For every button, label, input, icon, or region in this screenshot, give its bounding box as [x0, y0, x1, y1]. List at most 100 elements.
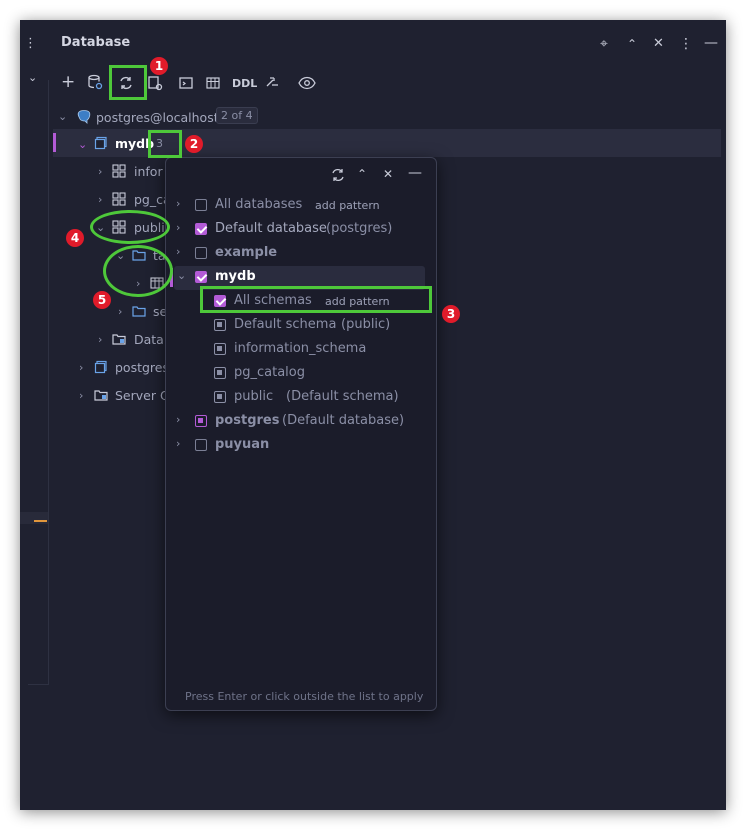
- popup-row-information-schema[interactable]: information_schema: [166, 338, 436, 362]
- chevron-right-icon[interactable]: ›: [98, 165, 102, 178]
- popup-row-puyuan[interactable]: › puyuan: [166, 434, 436, 458]
- data-source-properties-icon[interactable]: [87, 74, 103, 94]
- puyuan-checkbox[interactable]: [195, 439, 207, 451]
- gutter-divider-horizontal: [28, 684, 48, 685]
- root-datasource-label[interactable]: postgres@localhost: [96, 110, 219, 125]
- chevron-right-icon[interactable]: ›: [176, 221, 180, 234]
- all-databases-checkbox[interactable]: [195, 199, 207, 211]
- schema-icon: [112, 164, 126, 182]
- highlight-box-all-schemas: [200, 286, 432, 313]
- ddl-button[interactable]: DDL: [232, 77, 257, 90]
- gutter-marker: [20, 512, 48, 524]
- schema-selection-popup: ⌃ ✕ — › All databases add pattern › Defa…: [165, 157, 437, 711]
- chevron-right-icon[interactable]: ›: [79, 389, 83, 402]
- collapse-all-icon[interactable]: ✕: [383, 166, 393, 182]
- database-tool-window: ⋮ ⌄ Database ⌖ ⌃ ✕ ⋮ — + DDL ⌄ postgres@…: [20, 20, 726, 810]
- mydb-label: mydb: [215, 269, 256, 284]
- schema-properties-icon[interactable]: [147, 75, 163, 95]
- annotation-marker-4: 4: [66, 229, 84, 247]
- gutter-divider: [48, 80, 49, 685]
- popup-row-all-databases[interactable]: › All databases add pattern: [166, 194, 436, 218]
- collapse-all-icon[interactable]: ✕: [653, 36, 664, 52]
- pg-catalog-label: pg_catalog: [234, 365, 305, 380]
- minimize-icon[interactable]: —: [408, 165, 422, 181]
- chevron-right-icon[interactable]: ›: [176, 245, 180, 258]
- view-options-eye-icon[interactable]: [298, 75, 316, 95]
- chevron-right-icon[interactable]: ›: [118, 305, 122, 318]
- chevron-down-icon[interactable]: ⌄: [58, 110, 67, 123]
- postgres-label: postgres: [215, 413, 280, 428]
- popup-row-default-database[interactable]: › Default database (postgres): [166, 218, 436, 242]
- more-vertical-icon[interactable]: ⋮: [679, 36, 693, 52]
- highlight-ellipse-public: [90, 210, 170, 244]
- information-schema-label: information_schema: [234, 341, 367, 356]
- chevron-right-icon[interactable]: ›: [176, 413, 180, 426]
- datasource-count-badge[interactable]: 2 of 4: [216, 107, 258, 124]
- highlight-box-count: [148, 130, 182, 158]
- schema-icon: [112, 192, 126, 210]
- public-checkbox[interactable]: [214, 391, 226, 403]
- folder-icon: [132, 304, 146, 322]
- database-icon: [94, 136, 108, 154]
- highlight-ellipse-tables: [103, 245, 173, 297]
- chevron-right-icon[interactable]: ›: [98, 333, 102, 346]
- database-objects-label[interactable]: Datal: [134, 332, 167, 347]
- chevron-right-icon[interactable]: ›: [79, 361, 83, 374]
- default-schema-paren: (public): [341, 317, 391, 332]
- console-icon[interactable]: [178, 75, 194, 95]
- annotation-marker-5: 5: [93, 291, 111, 309]
- add-icon[interactable]: +: [61, 74, 75, 91]
- puyuan-label: puyuan: [215, 437, 270, 452]
- chevron-down-icon[interactable]: ⌄: [78, 138, 87, 151]
- popup-footer-hint: Press Enter or click outside the list to…: [185, 690, 424, 703]
- panel-title: Database: [61, 35, 131, 50]
- popup-row-default-schema[interactable]: Default schema (public): [166, 314, 436, 338]
- selected-row-indicator: [53, 133, 56, 152]
- postgres-checkbox[interactable]: [195, 415, 207, 427]
- example-checkbox[interactable]: [195, 247, 207, 259]
- annotation-marker-2: 2: [185, 135, 203, 153]
- highlight-box-refresh: [109, 65, 147, 100]
- all-databases-label: All databases: [215, 197, 303, 212]
- example-label: example: [215, 245, 278, 260]
- annotation-marker-3: 3: [442, 305, 460, 323]
- postgres-paren: (Default database): [282, 413, 405, 428]
- annotation-marker-1: 1: [150, 57, 168, 75]
- jump-to-source-icon[interactable]: [264, 74, 280, 94]
- chevron-right-icon[interactable]: ›: [176, 437, 180, 450]
- popup-row-example[interactable]: › example: [166, 242, 436, 266]
- server-objects-label[interactable]: Server O: [115, 388, 170, 403]
- default-schema-label: Default schema: [234, 317, 337, 332]
- mydb-checkbox[interactable]: [195, 271, 207, 283]
- server-objects-folder-icon: [94, 388, 108, 406]
- table-icon[interactable]: [205, 75, 221, 95]
- expand-all-icon[interactable]: ⌃: [627, 36, 637, 52]
- expand-all-icon[interactable]: ⌃: [357, 166, 367, 182]
- database-objects-folder-icon: [112, 332, 126, 350]
- pg-catalog-checkbox[interactable]: [214, 367, 226, 379]
- default-schema-checkbox[interactable]: [214, 319, 226, 331]
- information-schema-checkbox[interactable]: [214, 343, 226, 355]
- chevron-down-icon[interactable]: ⌄: [177, 269, 186, 282]
- left-gutter: [20, 20, 48, 810]
- chevron-right-icon[interactable]: ›: [176, 197, 180, 210]
- postgres-elephant-icon: [76, 109, 92, 129]
- chevron-down-icon[interactable]: ⌄: [28, 70, 37, 86]
- popup-row-public[interactable]: public (Default schema): [166, 386, 436, 410]
- default-database-label: Default database: [215, 221, 327, 236]
- popup-row-pg-catalog[interactable]: pg_catalog: [166, 362, 436, 386]
- chevron-right-icon[interactable]: ›: [98, 193, 102, 206]
- database-item-label[interactable]: postgres: [115, 360, 169, 375]
- schema-item-label[interactable]: infor: [134, 164, 163, 179]
- public-paren: (Default schema): [286, 389, 399, 404]
- public-label: public: [234, 389, 274, 404]
- popup-row-postgres[interactable]: › postgres (Default database): [166, 410, 436, 434]
- refresh-icon[interactable]: [330, 167, 346, 187]
- more-vertical-icon[interactable]: ⋮: [24, 36, 37, 52]
- crosshair-icon[interactable]: ⌖: [600, 36, 608, 52]
- add-pattern-link[interactable]: add pattern: [315, 199, 380, 212]
- minimize-icon[interactable]: —: [704, 35, 718, 51]
- default-database-checkbox[interactable]: [195, 223, 207, 235]
- database-icon: [94, 360, 108, 378]
- default-database-paren: (postgres): [326, 221, 393, 236]
